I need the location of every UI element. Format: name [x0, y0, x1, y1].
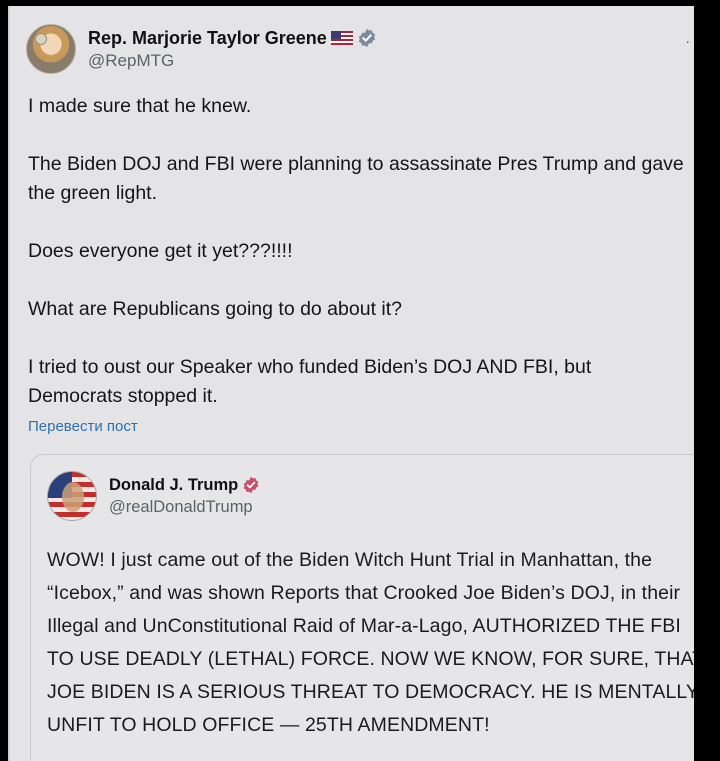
- post-paragraph: Does everyone get it yet???!!!!: [28, 240, 293, 262]
- post-paragraph: What are Republicans going to do about i…: [28, 298, 402, 320]
- post-header: Rep. Marjorie Taylor Greene @RepMTG: [26, 24, 377, 74]
- post-body: I made sure that he knew. The Biden DOJ …: [28, 92, 688, 411]
- quoted-post-text: WOW! I just came out of the Biden Witch …: [47, 549, 694, 736]
- post-paragraph: I made sure that he knew.: [28, 95, 252, 117]
- post-card: · Rep. Marjorie Taylor Greene @RepMTG I …: [8, 6, 694, 761]
- more-options-icon[interactable]: ·: [685, 34, 690, 48]
- author-handle[interactable]: @RepMTG: [88, 51, 377, 71]
- quoted-author-handle[interactable]: @realDonaldTrump: [109, 498, 260, 517]
- verified-badge-icon[interactable]: [242, 476, 260, 494]
- quoted-author-avatar[interactable]: [47, 471, 97, 521]
- us-flag-icon: [330, 31, 353, 45]
- post-paragraph: I tried to oust our Speaker who funded B…: [28, 356, 592, 407]
- quoted-author-display-name[interactable]: Donald J. Trump: [109, 476, 238, 495]
- quoted-post-header: Donald J. Trump @realDonaldTrump: [47, 471, 260, 521]
- author-names: Rep. Marjorie Taylor Greene @RepMTG: [88, 28, 377, 71]
- quoted-author-names: Donald J. Trump @realDonaldTrump: [109, 476, 260, 517]
- author-name-row: Rep. Marjorie Taylor Greene: [88, 28, 377, 49]
- author-avatar[interactable]: [26, 24, 76, 74]
- author-display-name[interactable]: Rep. Marjorie Taylor Greene: [88, 28, 327, 49]
- post-paragraph: The Biden DOJ and FBI were planning to a…: [28, 153, 684, 204]
- verified-badge-icon[interactable]: [357, 28, 377, 48]
- quoted-post[interactable]: Donald J. Trump @realDonaldTrump WOW! I …: [30, 454, 694, 761]
- translate-post-link[interactable]: Перевести пост: [28, 418, 138, 435]
- quoted-author-name-row: Donald J. Trump: [109, 476, 260, 495]
